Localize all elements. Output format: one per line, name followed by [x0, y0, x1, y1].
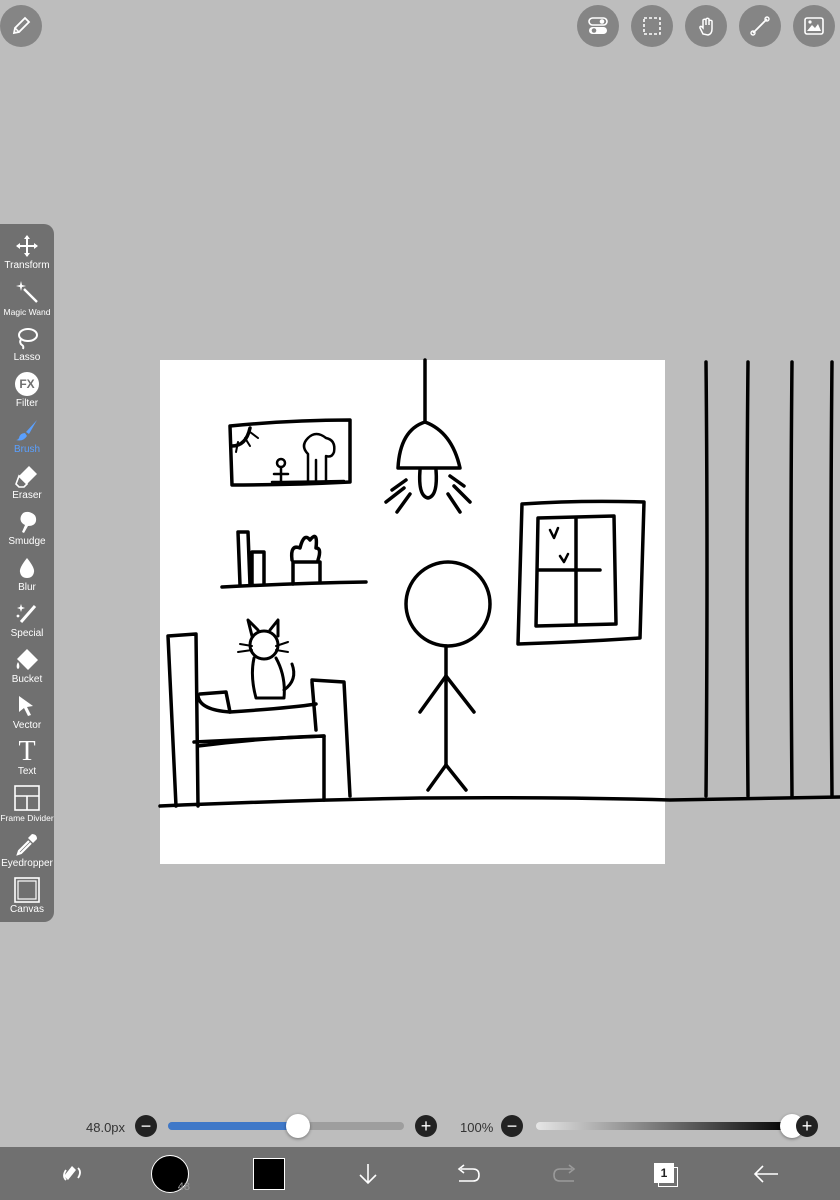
size-decrease-button[interactable]: −: [135, 1115, 157, 1137]
stick-figure: [404, 560, 492, 792]
floor-line: [158, 795, 840, 808]
artwork: [158, 358, 840, 808]
redo-icon: [553, 1163, 576, 1182]
layer-count: 1: [654, 1162, 674, 1183]
brush-preview: 48: [151, 1154, 190, 1193]
undo-icon: [457, 1163, 480, 1182]
cat: [237, 618, 296, 700]
opacity-value: 100%: [460, 1120, 494, 1135]
primary-color-swatch: [253, 1157, 285, 1190]
layers-icon: 1: [652, 1161, 678, 1187]
armchair: [166, 632, 352, 808]
brush-size-value: 48.0px: [86, 1120, 126, 1135]
swap-icon: [63, 1165, 81, 1181]
wall-picture: [228, 418, 352, 487]
redo-button[interactable]: [536, 1147, 596, 1200]
brush-preview-button[interactable]: 48: [140, 1147, 200, 1200]
color-button[interactable]: [239, 1147, 299, 1200]
shelf: [220, 530, 368, 589]
opacity-slider[interactable]: [536, 1122, 792, 1130]
layers-button[interactable]: 1: [635, 1147, 695, 1200]
undo-button[interactable]: [437, 1147, 497, 1200]
ceiling-lamp: [384, 358, 472, 514]
brush-size-handle[interactable]: [285, 1114, 310, 1138]
curtain-pattern: [704, 360, 834, 798]
bottom-toolbar: 48 1: [0, 1147, 840, 1200]
swap-tool-button[interactable]: [42, 1147, 102, 1200]
brush-sliders: 48.0px − + 100% − +: [0, 1110, 840, 1142]
brush-size-badge: 48: [177, 1180, 190, 1193]
window-drawing: [516, 499, 646, 646]
size-increase-button[interactable]: +: [415, 1115, 437, 1137]
arrow-down-icon: [359, 1163, 377, 1184]
back-button[interactable]: [736, 1147, 796, 1200]
download-button[interactable]: [338, 1147, 398, 1200]
opacity-decrease-button[interactable]: −: [501, 1115, 523, 1137]
arrow-left-icon: [753, 1164, 778, 1183]
opacity-increase-button[interactable]: +: [796, 1115, 818, 1137]
